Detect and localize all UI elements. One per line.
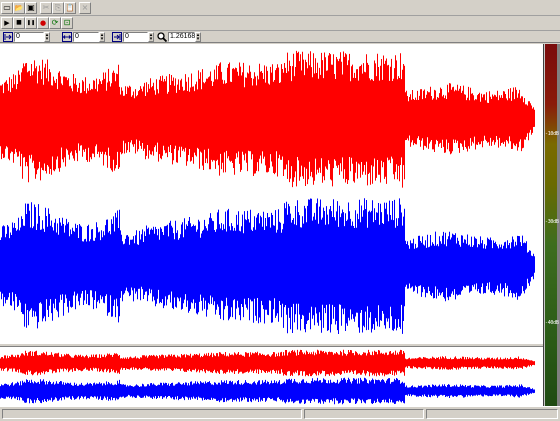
level-meter: -10dB -30dB -40dB bbox=[543, 44, 560, 406]
record-button[interactable]: ● bbox=[37, 17, 49, 29]
loop-icon: ⟳ bbox=[51, 18, 59, 27]
selection-length-field[interactable]: 0 bbox=[73, 32, 99, 42]
open-folder-icon: 📂 bbox=[14, 4, 24, 12]
stop-button[interactable]: ■ bbox=[13, 17, 25, 29]
overview-canvas[interactable] bbox=[0, 347, 543, 407]
meter-label-high: -10dB bbox=[545, 131, 559, 137]
new-file-icon: ▭ bbox=[3, 3, 11, 12]
copy-icon: ⎘ bbox=[54, 3, 62, 12]
left-channel-waveform bbox=[0, 50, 535, 188]
waveform-view[interactable] bbox=[0, 44, 544, 344]
new-file-button[interactable]: ▭ bbox=[1, 2, 13, 14]
zoom-level-spinner[interactable]: ▴ ▾ bbox=[195, 32, 201, 42]
selection-start-icon bbox=[3, 32, 13, 42]
meter-label-mid: -30dB bbox=[545, 219, 559, 225]
status-cell-info bbox=[426, 409, 558, 419]
crop-icon: ⊡ bbox=[63, 18, 71, 27]
selection-start-field[interactable]: 0 bbox=[14, 32, 44, 42]
save-icon: ▣ bbox=[27, 3, 35, 12]
selection-end-field[interactable]: 0 bbox=[123, 32, 148, 42]
pause-button[interactable]: ❚❚ bbox=[25, 17, 37, 29]
cut-icon: ✂ bbox=[42, 3, 50, 12]
copy-button[interactable]: ⎘ bbox=[52, 2, 64, 14]
file-toolbar: ▭ 📂 ▣ ✂ ⎘ 📋 × bbox=[0, 0, 560, 16]
paste-button[interactable]: 📋 bbox=[64, 2, 76, 14]
record-icon: ● bbox=[39, 19, 47, 27]
status-bar bbox=[0, 406, 560, 421]
close-icon: × bbox=[81, 3, 89, 12]
pause-icon: ❚❚ bbox=[26, 20, 36, 26]
selection-end-icon bbox=[112, 32, 122, 42]
selection-start-spinner[interactable]: ▴ ▾ bbox=[44, 32, 50, 42]
selection-length-icon bbox=[62, 32, 72, 42]
level-meter-bar bbox=[545, 44, 557, 406]
open-file-button[interactable]: 📂 bbox=[13, 2, 25, 14]
overview-strip[interactable] bbox=[0, 346, 544, 407]
waveform-canvas[interactable] bbox=[0, 44, 543, 344]
overview-right-waveform bbox=[0, 377, 535, 405]
selection-length-spinner[interactable]: ▴ ▾ bbox=[99, 32, 105, 42]
play-icon: ▶ bbox=[4, 19, 10, 27]
save-button[interactable]: ▣ bbox=[25, 2, 37, 14]
selection-end-spinner[interactable]: ▴ ▾ bbox=[148, 32, 154, 42]
cut-button[interactable]: ✂ bbox=[40, 2, 52, 14]
crop-button[interactable]: ⊡ bbox=[61, 17, 73, 29]
meter-label-low: -40dB bbox=[545, 320, 559, 326]
right-channel-waveform bbox=[0, 198, 535, 334]
transport-toolbar: ▶ ■ ❚❚ ● ⟳ ⊡ bbox=[0, 16, 560, 31]
selection-toolbar: 0 ▴ ▾ 0 ▴ ▾ 0 ▴ ▾ 1.26168 ▴ ▾ bbox=[0, 31, 560, 43]
status-cell-position bbox=[304, 409, 424, 419]
close-button[interactable]: × bbox=[79, 2, 91, 14]
loop-button[interactable]: ⟳ bbox=[49, 17, 61, 29]
play-button[interactable]: ▶ bbox=[1, 17, 13, 29]
status-cell-main bbox=[2, 409, 302, 419]
overview-left-waveform bbox=[0, 349, 535, 377]
zoom-level-field[interactable]: 1.26168 bbox=[168, 32, 195, 42]
paste-icon: 📋 bbox=[65, 4, 75, 12]
stop-icon: ■ bbox=[16, 19, 22, 26]
zoom-magnifier-icon bbox=[157, 32, 167, 42]
